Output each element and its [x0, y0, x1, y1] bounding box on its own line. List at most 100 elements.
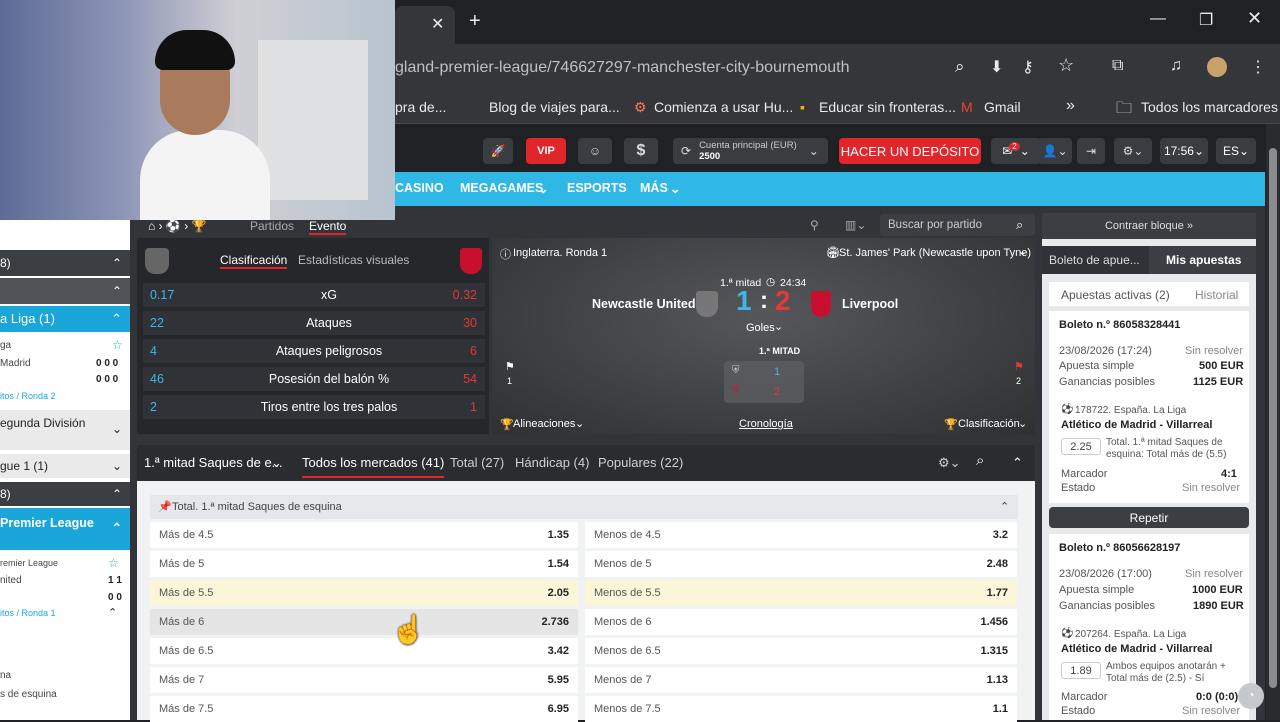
dollar-icon[interactable]: $: [624, 138, 658, 164]
language-selector[interactable]: ES ⌄: [1216, 138, 1256, 164]
nav-casino[interactable]: CASINO: [395, 181, 444, 195]
chevron-up-icon[interactable]: ⌃: [112, 520, 122, 535]
tab-handicap[interactable]: Hándicap (4): [515, 455, 589, 470]
promo-icon[interactable]: ☺: [578, 138, 612, 164]
close-window-icon[interactable]: ✕: [1247, 8, 1262, 29]
more-bookmarks-icon[interactable]: »: [1066, 97, 1075, 115]
market-selector[interactable]: 1.ª mitad Saques de e...: [144, 455, 283, 470]
collapse-icon[interactable]: ⌃: [1012, 455, 1023, 471]
minimize-icon[interactable]: —: [1150, 10, 1166, 28]
odd-cell[interactable]: Más de 5.5 2.05: [150, 580, 578, 606]
browser-tab[interactable]: ✕: [395, 6, 455, 44]
bookmark-2[interactable]: Blog de viajes para...: [489, 99, 620, 115]
extensions-icon[interactable]: ⧉: [1112, 57, 1123, 75]
standings-button[interactable]: Clasificación: [958, 418, 1020, 430]
sidebar-section[interactable]: 8) ⌃: [0, 482, 130, 506]
odd-cell[interactable]: Menos de 6 1.456: [585, 609, 1017, 635]
scrollbar-thumb[interactable]: [1269, 148, 1277, 688]
time-display[interactable]: 17:56 ⌄: [1160, 138, 1208, 164]
url-text[interactable]: gland-premier-league/746627297-mancheste…: [395, 59, 849, 77]
chat-icon[interactable]: ◔: [1238, 683, 1264, 709]
nav-esports[interactable]: ESPORTS: [567, 181, 627, 195]
odd-cell[interactable]: Más de 6 2.736: [150, 609, 578, 635]
media-icon[interactable]: ♫: [1170, 57, 1182, 75]
timeline-link[interactable]: Cronología: [739, 418, 793, 430]
deposit-button[interactable]: HACER UN DEPÓSITO: [839, 138, 981, 164]
new-tab-icon[interactable]: +: [469, 10, 481, 33]
install-icon[interactable]: ⬇: [990, 57, 1003, 77]
chevron-up-icon[interactable]: ⌃: [112, 284, 122, 298]
sidebar-league[interactable]: a Liga (1) ⌃: [0, 306, 130, 332]
menu-icon[interactable]: ⋮: [1250, 57, 1266, 77]
search-icon[interactable]: ⌕: [1016, 217, 1023, 233]
all-bookmarks[interactable]: Todos los marcadores: [1141, 99, 1278, 115]
home-icon[interactable]: ⌂ › ⚽ › 🏆: [148, 219, 206, 233]
star-icon[interactable]: ☆: [1058, 55, 1074, 76]
profile-avatar[interactable]: [1207, 57, 1227, 77]
odd-cell[interactable]: Más de 7.5 6.95: [150, 696, 578, 722]
lineups-button[interactable]: Alineaciones: [513, 418, 575, 430]
zoom-icon[interactable]: ⌕: [955, 57, 965, 77]
repeat-button[interactable]: Repetir: [1049, 507, 1249, 528]
tab-history[interactable]: Historial: [1195, 288, 1238, 302]
scrollbar[interactable]: [1266, 124, 1280, 720]
odd-cell[interactable]: Menos de 5 2.48: [585, 551, 1017, 577]
odd-cell[interactable]: Menos de 5.5 1.77: [585, 580, 1017, 606]
tab-clasificacion[interactable]: Clasificación: [220, 253, 288, 269]
market-group-header[interactable]: 📌 Total. 1.ª mitad Saques de esquina ⌃: [150, 495, 1018, 519]
refresh-icon[interactable]: ⟳: [681, 144, 691, 158]
search-icon[interactable]: ⌕: [976, 452, 984, 469]
vip-button[interactable]: VIP: [526, 138, 566, 164]
pin-icon[interactable]: ⚲: [810, 218, 819, 232]
nav-mas[interactable]: MÁS: [640, 181, 668, 195]
odd-cell[interactable]: Más de 6.5 3.42: [150, 638, 578, 664]
odd-cell[interactable]: Más de 4.5 1.35: [150, 522, 578, 548]
chevron-up-icon[interactable]: ⌃: [112, 487, 122, 501]
mail-icon[interactable]: ✉ 2 ⌄: [991, 138, 1041, 164]
sidebar-item[interactable]: gue 1 (1) ⌄: [0, 454, 130, 478]
odd-cell[interactable]: Menos de 4.5 3.2: [585, 522, 1017, 548]
sidebar-link[interactable]: itos / Ronda 2: [0, 391, 56, 401]
chevron-up-icon[interactable]: ⌃: [112, 256, 122, 270]
tab-all-markets[interactable]: Todos los mercados (41): [302, 455, 445, 478]
sidebar-league[interactable]: Premier League ⌃: [0, 508, 130, 550]
tab-total[interactable]: Total (27): [450, 455, 504, 470]
bookmark-3[interactable]: Comienza a usar Hu...: [654, 99, 793, 115]
tab-active-bets[interactable]: Apuestas activas (2): [1061, 288, 1170, 302]
star-icon[interactable]: ☆: [108, 556, 119, 570]
star-icon[interactable]: ☆: [112, 338, 123, 352]
tab-betslip[interactable]: Boleto de apue...: [1042, 246, 1149, 274]
sidebar-item[interactable]: egunda División ⌄: [0, 410, 130, 450]
sidebar-section[interactable]: 8) ⌃: [0, 250, 130, 276]
tab-populares[interactable]: Populares (22): [598, 455, 683, 470]
odd-cell[interactable]: Más de 5 1.54: [150, 551, 578, 577]
key-icon[interactable]: ⚷: [1022, 57, 1034, 77]
sidebar-section[interactable]: ⌃: [0, 278, 130, 304]
bookmark-4[interactable]: Educar sin fronteras...: [819, 99, 956, 115]
rocket-button[interactable]: 🚀: [483, 138, 513, 164]
pin-icon[interactable]: 📌: [158, 500, 172, 513]
goals-dropdown[interactable]: Goles: [746, 322, 775, 334]
restore-icon[interactable]: ❐: [1199, 10, 1213, 30]
settings-icon[interactable]: ⚙⌄: [1114, 138, 1152, 164]
chevron-up-icon[interactable]: ⌃: [111, 311, 122, 327]
odd-cell[interactable]: Más de 7 5.95: [150, 667, 578, 693]
bookmark-5[interactable]: Gmail: [984, 99, 1021, 115]
breadcrumb-partidos[interactable]: Partidos: [250, 219, 294, 233]
logout-icon[interactable]: ⇥: [1077, 138, 1105, 164]
odd-cell[interactable]: Menos de 7.5 1.1: [585, 696, 1017, 722]
close-tab-icon[interactable]: ✕: [431, 14, 444, 34]
sidebar-link[interactable]: itos / Ronda 1: [0, 608, 56, 618]
account-selector[interactable]: ⟳ Cuenta principal (EUR) 2500 ⌄: [673, 138, 828, 164]
tab-estadisticas[interactable]: Estadísticas visuales: [298, 253, 409, 267]
chevron-down-icon[interactable]: ⌄: [1018, 245, 1027, 258]
nav-megagames[interactable]: MEGAGAMES: [460, 181, 543, 195]
user-icon[interactable]: 👤⌄: [1038, 138, 1072, 164]
breadcrumb-evento[interactable]: Evento: [309, 219, 347, 235]
chevron-up-icon[interactable]: ⌃: [1000, 500, 1009, 513]
bookmark-1[interactable]: pra de...: [395, 99, 446, 115]
collapse-block-button[interactable]: Contraer bloque »: [1042, 213, 1256, 239]
odd-cell[interactable]: Menos de 7 1.13: [585, 667, 1017, 693]
odd-cell[interactable]: Menos de 6.5 1.315: [585, 638, 1017, 664]
tab-my-bets[interactable]: Mis apuestas: [1149, 246, 1256, 274]
